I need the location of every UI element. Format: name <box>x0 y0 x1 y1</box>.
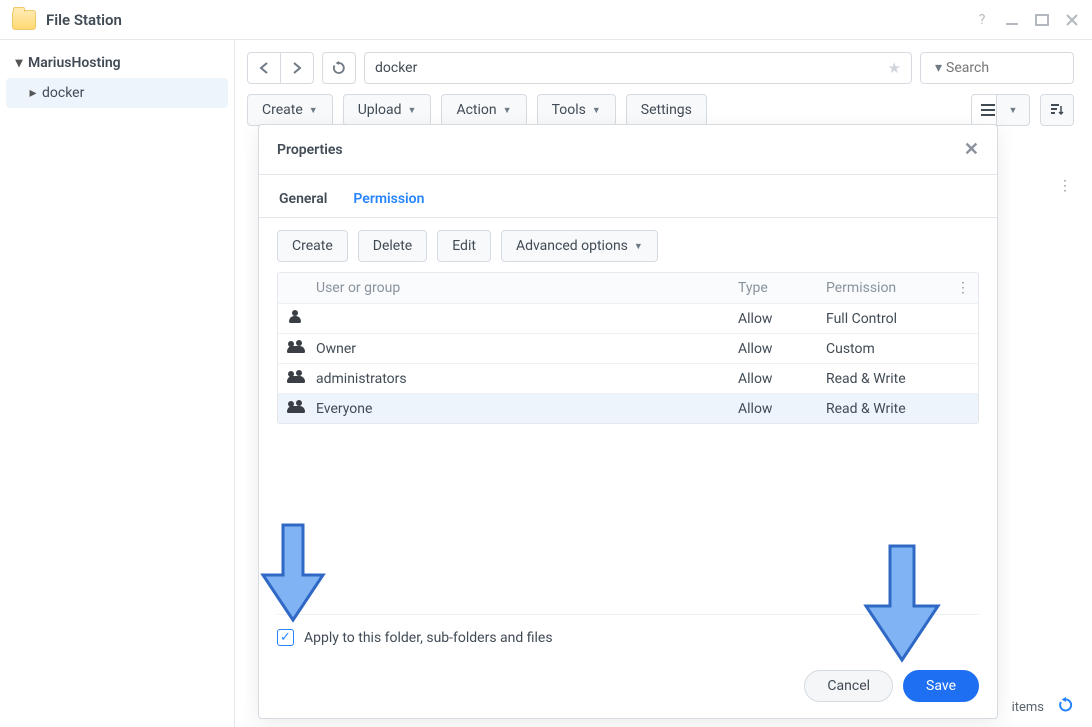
table-header: User or group Type Permission ⋮ <box>278 273 978 303</box>
nav-back-button[interactable] <box>247 52 281 84</box>
chevron-down-icon: ▾ <box>14 55 24 71</box>
sort-button[interactable] <box>1040 94 1074 126</box>
permission-table: User or group Type Permission ⋮ Allow Fu… <box>277 272 979 424</box>
minimize-icon[interactable] <box>1004 12 1020 28</box>
help-icon[interactable]: ? <box>974 12 990 28</box>
settings-button[interactable]: Settings <box>626 94 707 126</box>
path-text: docker <box>375 60 417 76</box>
checkbox-checked-icon[interactable]: ✓ <box>277 629 294 646</box>
chevron-down-icon: ▼ <box>503 105 512 116</box>
perm-advanced-button[interactable]: Advanced options▼ <box>501 230 658 262</box>
maximize-icon[interactable] <box>1034 12 1050 28</box>
apply-label: Apply to this folder, sub-folders and fi… <box>304 630 553 646</box>
perm-delete-button[interactable]: Delete <box>358 230 427 262</box>
apply-recursively-row[interactable]: ✓ Apply to this folder, sub-folders and … <box>277 614 979 656</box>
chevron-down-icon: ▾ <box>935 60 942 76</box>
column-options-icon[interactable]: ⋮ <box>1056 178 1074 194</box>
tree-item-label: docker <box>42 85 84 101</box>
table-row[interactable]: administrators Allow Read & Write <box>278 363 978 393</box>
window-title: File Station <box>46 11 122 29</box>
upload-button[interactable]: Upload▼ <box>343 94 432 126</box>
dialog-title: Properties <box>277 142 343 158</box>
favorite-icon[interactable]: ★ <box>888 59 901 77</box>
col-permission: Permission <box>826 280 956 296</box>
item-count-label: items <box>1012 700 1044 715</box>
close-icon[interactable] <box>1064 12 1080 28</box>
save-button[interactable]: Save <box>903 670 979 702</box>
tab-permission[interactable]: Permission <box>351 185 426 217</box>
user-icon <box>288 310 302 324</box>
col-user: User or group <box>316 280 738 296</box>
group-icon <box>288 400 306 414</box>
chevron-down-icon: ▼ <box>592 105 601 116</box>
app-icon <box>12 10 36 30</box>
action-button[interactable]: Action▼ <box>441 94 526 126</box>
chevron-down-icon: ▼ <box>408 105 417 116</box>
table-row[interactable]: Everyone Allow Read & Write <box>278 393 978 423</box>
tree-root[interactable]: ▾ MariusHosting <box>6 48 228 78</box>
kebab-icon[interactable]: ⋮ <box>956 280 968 296</box>
reload-icon[interactable] <box>1058 697 1074 717</box>
chevron-down-icon: ▼ <box>309 105 318 116</box>
properties-dialog: Properties ✕ General Permission Create D… <box>258 124 998 719</box>
search-box[interactable]: ▾ <box>920 52 1074 84</box>
perm-create-button[interactable]: Create <box>277 230 348 262</box>
tree-item-docker[interactable]: ▸ docker <box>6 78 228 108</box>
nav-forward-button[interactable] <box>280 52 314 84</box>
chevron-right-icon: ▸ <box>28 85 38 101</box>
table-row[interactable]: Owner Allow Custom <box>278 333 978 363</box>
tools-button[interactable]: Tools▼ <box>537 94 616 126</box>
status-bar: items <box>1012 697 1074 717</box>
window-titlebar: File Station ? <box>0 0 1092 40</box>
path-input[interactable]: docker ★ <box>364 52 912 84</box>
col-type: Type <box>738 280 826 296</box>
group-icon <box>288 340 306 354</box>
group-icon <box>288 370 306 384</box>
view-dropdown-button[interactable]: ▼ <box>996 94 1030 126</box>
table-row[interactable]: Allow Full Control <box>278 303 978 333</box>
cancel-button[interactable]: Cancel <box>804 670 893 702</box>
search-input[interactable] <box>946 60 1092 76</box>
refresh-button[interactable] <box>322 52 356 84</box>
tree-root-label: MariusHosting <box>28 55 121 71</box>
close-dialog-button[interactable]: ✕ <box>964 139 979 160</box>
folder-tree: ▾ MariusHosting ▸ docker <box>0 40 235 727</box>
chevron-down-icon: ▼ <box>634 241 643 252</box>
tab-general[interactable]: General <box>277 185 329 217</box>
create-button[interactable]: Create▼ <box>247 94 333 126</box>
perm-edit-button[interactable]: Edit <box>437 230 491 262</box>
